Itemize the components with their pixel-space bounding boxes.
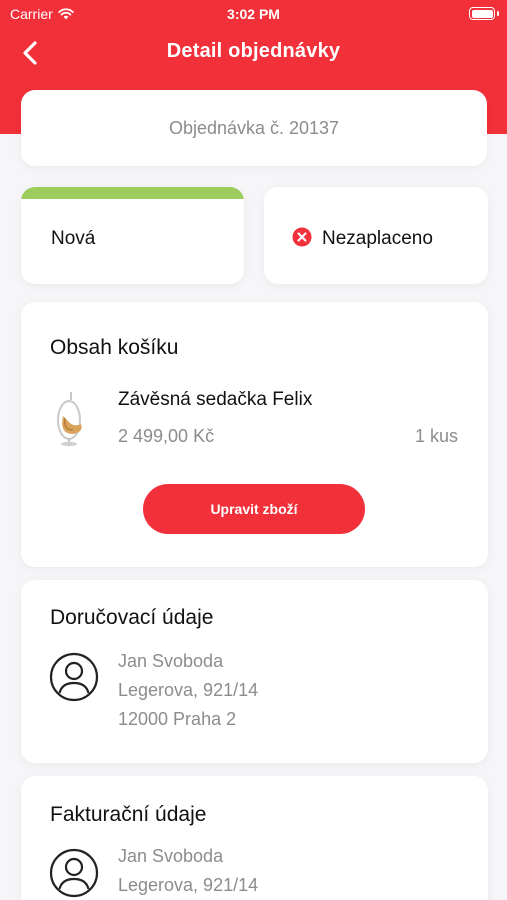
cart-card: Obsah košíku Závěsná sedačka Felix 2 499… bbox=[21, 302, 488, 567]
status-bar: Carrier 3:02 PM bbox=[0, 0, 507, 28]
product-quantity: 1 kus bbox=[414, 426, 458, 446]
user-icon bbox=[49, 652, 99, 702]
edit-items-button[interactable]: Upravit zboží bbox=[143, 484, 365, 534]
status-color-bar bbox=[21, 187, 244, 199]
payment-status-card: Nezaplaceno bbox=[264, 187, 488, 284]
delivery-name: Jan Svoboda bbox=[118, 651, 224, 671]
cart-title: Obsah košíku bbox=[50, 336, 179, 359]
product-name: Závěsná sedačka Felix bbox=[118, 389, 313, 410]
payment-status-label: Nezaplaceno bbox=[322, 228, 433, 249]
clock: 3:02 PM bbox=[227, 6, 280, 22]
order-number-card: Objednávka č. 20137 bbox=[21, 90, 487, 166]
delivery-city: 12000 Praha 2 bbox=[118, 709, 237, 729]
product-price: 2 499,00 Kč bbox=[118, 426, 215, 446]
order-status-card: Nová bbox=[21, 187, 244, 284]
billing-name: Jan Svoboda bbox=[118, 846, 224, 866]
x-circle-icon bbox=[292, 227, 312, 247]
billing-street: Legerova, 921/14 bbox=[118, 875, 259, 895]
order-status-label: Nová bbox=[51, 228, 96, 249]
battery-icon bbox=[469, 7, 499, 20]
hanging-chair-image bbox=[57, 392, 82, 447]
delivery-title: Doručovací údaje bbox=[50, 606, 214, 629]
delivery-street: Legerova, 921/14 bbox=[118, 680, 259, 700]
delivery-card: Doručovací údaje Jan Svoboda Legerova, 9… bbox=[21, 580, 488, 763]
billing-title: Fakturační údaje bbox=[50, 803, 207, 826]
billing-card: Fakturační údaje Jan Svoboda Legerova, 9… bbox=[21, 776, 488, 900]
order-number: Objednávka č. 20137 bbox=[168, 118, 340, 138]
page-title: Detail objednávky bbox=[166, 40, 341, 62]
user-icon bbox=[49, 848, 99, 898]
